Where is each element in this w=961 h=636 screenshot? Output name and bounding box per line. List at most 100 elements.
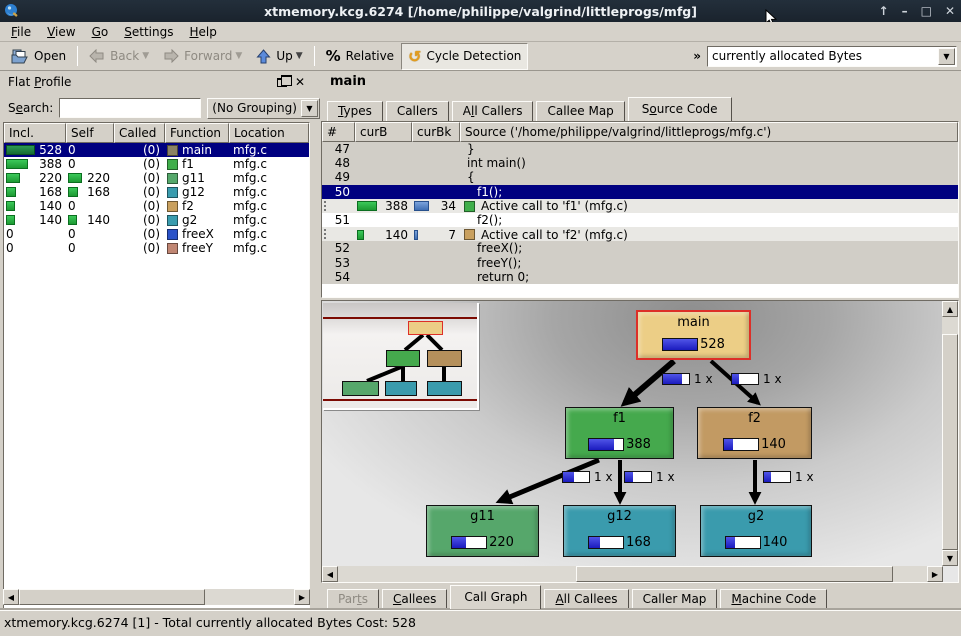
combobox-arrow-icon[interactable]: ▼ [938, 48, 955, 65]
scrollbar-thumb[interactable] [19, 589, 205, 605]
column-header-self[interactable]: Self [66, 123, 114, 143]
shade-button[interactable]: ↑ [879, 4, 889, 18]
location-value: mfg.c [229, 143, 309, 157]
column-header-curbk[interactable]: curBk [412, 122, 460, 142]
tab-callers[interactable]: Callers [386, 101, 449, 121]
source-row[interactable]: 47} [322, 142, 958, 156]
called-value: (0) [114, 157, 165, 171]
tab-caller-map[interactable]: Caller Map [632, 589, 718, 609]
scroll-left-icon[interactable]: ◀ [322, 566, 338, 582]
curb-value: 140 [385, 228, 408, 242]
column-header-incl[interactable]: Incl. [4, 123, 66, 143]
column-header-curb[interactable]: curB [355, 122, 412, 142]
self-value: 220 [87, 171, 110, 185]
graph-vscrollbar[interactable]: ▲ ▼ [942, 301, 958, 566]
graph-node-f1[interactable]: f1388 [565, 407, 674, 459]
node-value-row: 140 [723, 437, 786, 452]
up-dropdown-caret[interactable]: ▼ [296, 51, 303, 61]
node-value: 528 [700, 337, 725, 352]
dock-title-bar[interactable]: Flat Profile ✕ [2, 71, 311, 93]
close-button[interactable]: ✕ [945, 4, 955, 18]
dock-float-icon[interactable] [277, 78, 287, 87]
table-row-g2[interactable]: 140140(0)g2mfg.c [4, 213, 309, 227]
graph-node-f2[interactable]: f2140 [697, 407, 812, 459]
source-row[interactable]: 49{ [322, 170, 958, 184]
table-row-freeX[interactable]: 00(0)freeXmfg.c [4, 227, 309, 241]
source-row[interactable]: 48int main() [322, 156, 958, 170]
scroll-right-icon[interactable]: ▶ [294, 589, 310, 605]
tab-callees[interactable]: Callees [382, 589, 447, 609]
tab-all-callers[interactable]: All Callers [452, 101, 534, 121]
title-bar[interactable]: xtmemory.kcg.6274 [/home/philippe/valgri… [0, 0, 961, 22]
source-row[interactable]: 53freeY(); [322, 256, 958, 270]
source-row[interactable]: 51f2(); [322, 213, 958, 227]
incl-bar [6, 215, 15, 225]
up-button[interactable]: Up▼ [249, 45, 309, 68]
scrollbar-thumb[interactable] [942, 334, 958, 550]
menu-item-help[interactable]: Help [181, 23, 224, 41]
function-color-icon [167, 215, 178, 226]
open-button[interactable]: Open [4, 45, 73, 68]
scroll-right-icon[interactable]: ▶ [927, 566, 943, 582]
menu-item-settings[interactable]: Settings [116, 23, 181, 41]
function-name: freeX [182, 227, 214, 241]
graph-node-main[interactable]: main528 [636, 310, 751, 360]
source-code-text: } [460, 142, 958, 156]
source-row[interactable]: 38834Active call to 'f1' (mfg.c) [322, 199, 958, 213]
app-icon [4, 3, 20, 19]
scroll-down-icon[interactable]: ▼ [942, 550, 958, 566]
flat-profile-hscrollbar[interactable]: ◀ ▶ [3, 589, 310, 605]
search-input[interactable] [59, 98, 201, 118]
scroll-up-icon[interactable]: ▲ [942, 301, 958, 317]
tab-types[interactable]: Types [327, 101, 383, 121]
tab-machine-code[interactable]: Machine Code [720, 589, 827, 609]
curbk-cell [412, 241, 460, 255]
column-header-called[interactable]: Called [114, 123, 165, 143]
graph-node-g2[interactable]: g2140 [700, 505, 812, 557]
graph-hscrollbar[interactable]: ◀ ▶ [322, 566, 943, 582]
tab-call-graph[interactable]: Call Graph [450, 585, 541, 609]
relative-toggle-button[interactable]: % Relative [319, 43, 401, 69]
graph-overview-minimap[interactable] [323, 303, 479, 410]
tab-source-code[interactable]: Source Code [628, 97, 732, 121]
column-header-function[interactable]: Function [165, 123, 229, 143]
function-name: freeY [182, 241, 213, 255]
dock-close-icon[interactable]: ✕ [295, 75, 305, 89]
graph-node-g12[interactable]: g12168 [563, 505, 676, 557]
cycle-detection-toggle-button[interactable]: ↺ Cycle Detection [401, 43, 528, 70]
edge-cost-bar [763, 471, 791, 483]
table-row-g12[interactable]: 168168(0)g12mfg.c [4, 185, 309, 199]
graph-node-g11[interactable]: g11220 [426, 505, 539, 557]
source-row[interactable]: 1407Active call to 'f2' (mfg.c) [322, 227, 958, 241]
maximize-button[interactable]: □ [921, 4, 932, 18]
table-row-f1[interactable]: 3880(0)f1mfg.c [4, 157, 309, 171]
column-header-source[interactable]: Source ('/home/philippe/valgrind/littlep… [460, 122, 958, 142]
table-row-g11[interactable]: 220220(0)g11mfg.c [4, 171, 309, 185]
source-row[interactable]: 54return 0; [322, 270, 958, 284]
table-row-freeY[interactable]: 00(0)freeYmfg.c [4, 241, 309, 255]
source-row[interactable]: 50f1(); [322, 185, 958, 199]
toolbar-overflow-button[interactable]: » [687, 49, 707, 63]
menu-item-go[interactable]: Go [84, 23, 117, 41]
incl-cell: 168 [4, 185, 66, 199]
column-header-location[interactable]: Location [229, 123, 309, 143]
scrollbar-thumb[interactable] [576, 566, 893, 582]
scroll-left-icon[interactable]: ◀ [3, 589, 19, 605]
application-window: xtmemory.kcg.6274 [/home/philippe/valgri… [0, 0, 961, 636]
event-type-combobox[interactable]: currently allocated Bytes ▼ [707, 46, 957, 67]
tab-all-callees[interactable]: All Callees [544, 589, 628, 609]
self-cell: 0 [66, 227, 114, 241]
menu-item-file[interactable]: File [3, 23, 39, 41]
incl-value: 168 [39, 185, 62, 199]
call-graph-canvas[interactable]: main528f1388f2140g11220g12168g2140 1 x1 … [322, 301, 942, 566]
source-row[interactable]: 52freeX(); [322, 241, 958, 255]
table-row-main[interactable]: 5280(0)mainmfg.c [4, 143, 309, 157]
tab-callee-map[interactable]: Callee Map [536, 101, 624, 121]
column-header-line[interactable]: # [322, 122, 355, 142]
combobox-arrow-icon[interactable]: ▼ [301, 100, 318, 117]
grouping-combobox[interactable]: (No Grouping) ▼ [207, 98, 320, 119]
minimize-button[interactable]: – [902, 4, 908, 18]
menu-item-view[interactable]: View [39, 23, 83, 41]
table-row-f2[interactable]: 1400(0)f2mfg.c [4, 199, 309, 213]
edge-cost-bar-fill [732, 374, 739, 384]
